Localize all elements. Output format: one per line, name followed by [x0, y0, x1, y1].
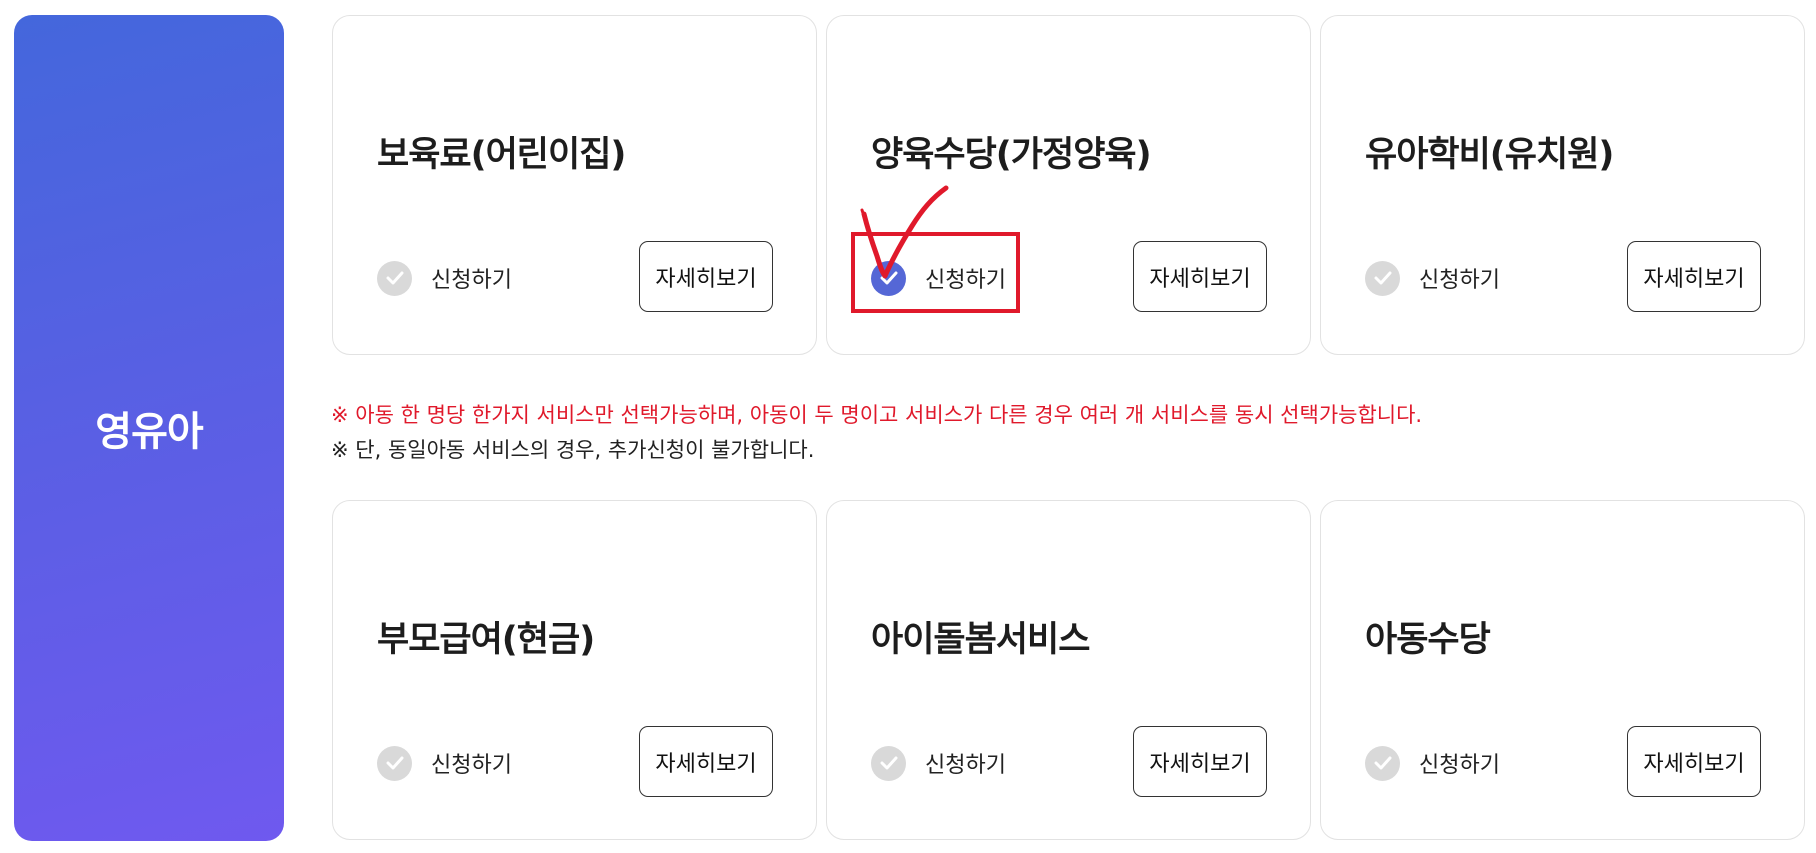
service-title: 부모급여(현금) [377, 620, 595, 660]
detail-button[interactable]: 자세히보기 [1627, 241, 1761, 312]
check-icon [1365, 260, 1400, 296]
notice-line-2: ※ 단, 동일아동 서비스의 경우, 추가신청이 불가합니다. [331, 438, 815, 462]
apply-label: 신청하기 [431, 268, 512, 293]
notice-text: ※ 아동 한 명당 한가지 서비스만 선택가능하며, 아동이 두 명이고 서비스… [331, 398, 1422, 468]
service-card-kindergarten-fee: 유아학비(유치원) 신청하기 자세히보기 [1320, 15, 1805, 355]
hand-drawn-checkmark-icon [860, 185, 949, 279]
apply-checkbox[interactable]: 신청하기 [871, 743, 1006, 783]
detail-button[interactable]: 자세히보기 [1133, 241, 1267, 312]
detail-button[interactable]: 자세히보기 [639, 726, 773, 797]
service-title: 양육수당(가정양육) [871, 135, 1152, 175]
apply-checkbox[interactable]: 신청하기 [1365, 743, 1500, 783]
check-icon [377, 745, 412, 781]
apply-label: 신청하기 [431, 753, 512, 778]
apply-checkbox[interactable]: 신청하기 [377, 258, 512, 298]
apply-label: 신청하기 [1419, 753, 1500, 778]
detail-button[interactable]: 자세히보기 [639, 241, 773, 312]
service-card-parent-benefit: 부모급여(현금) 신청하기 자세히보기 [332, 500, 817, 840]
category-label: 영유아 [95, 409, 203, 455]
service-card-child-care-service: 아이돌봄서비스 신청하기 자세히보기 [826, 500, 1311, 840]
check-icon [377, 260, 412, 296]
service-title: 아이돌봄서비스 [871, 620, 1090, 660]
apply-checkbox[interactable]: 신청하기 [377, 743, 512, 783]
apply-checkbox[interactable]: 신청하기 [1365, 258, 1500, 298]
detail-button[interactable]: 자세히보기 [1133, 726, 1267, 797]
service-title: 유아학비(유치원) [1365, 135, 1614, 175]
service-card-child-allowance: 아동수당 신청하기 자세히보기 [1320, 500, 1805, 840]
check-icon [1365, 745, 1400, 781]
service-title: 아동수당 [1365, 620, 1491, 660]
notice-line-1: ※ 아동 한 명당 한가지 서비스만 선택가능하며, 아동이 두 명이고 서비스… [331, 403, 1423, 427]
service-title: 보육료(어린이집) [377, 135, 626, 175]
apply-label: 신청하기 [925, 753, 1006, 778]
service-card-childcare-fee: 보육료(어린이집) 신청하기 자세히보기 [332, 15, 817, 355]
check-icon [871, 745, 906, 781]
category-panel: 영유아 [14, 15, 284, 841]
detail-button[interactable]: 자세히보기 [1627, 726, 1761, 797]
apply-label: 신청하기 [1419, 268, 1500, 293]
